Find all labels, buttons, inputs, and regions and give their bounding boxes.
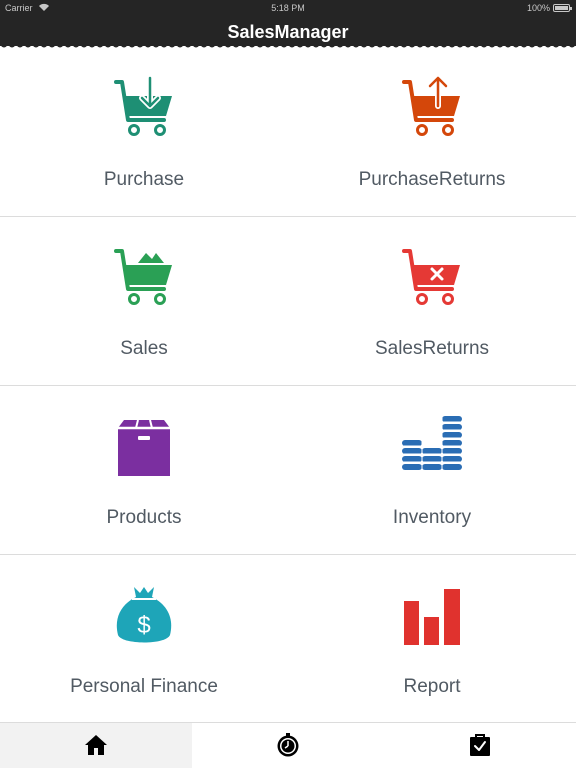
tab-tasks[interactable] xyxy=(384,723,576,768)
main-menu-grid: Purchase PurchaseReturns Sales SalesRetu… xyxy=(0,48,576,722)
tab-bar xyxy=(0,722,576,768)
report-label: Report xyxy=(403,676,461,697)
svg-text:$: $ xyxy=(137,612,150,639)
purchase-returns-label: PurchaseReturns xyxy=(358,169,506,190)
sales-returns-label: SalesReturns xyxy=(374,338,490,359)
battery-percent: 100% xyxy=(526,3,550,13)
bar-chart-icon xyxy=(404,589,460,645)
purchase-returns-tile[interactable]: PurchaseReturns xyxy=(288,48,576,216)
sales-tile[interactable]: Sales xyxy=(0,217,288,385)
money-bag-icon: $ xyxy=(116,587,172,643)
menu-row: Products Inventory xyxy=(0,386,576,555)
report-tile[interactable]: Report xyxy=(288,555,576,723)
products-label: Products xyxy=(106,507,182,528)
tab-timer[interactable] xyxy=(192,723,384,768)
box-icon xyxy=(118,419,170,476)
battery-icon xyxy=(553,4,572,12)
nav-bar: SalesManager xyxy=(0,16,576,46)
cart-full-icon xyxy=(114,249,172,305)
purchase-label: Purchase xyxy=(103,169,185,190)
menu-row: Purchase PurchaseReturns xyxy=(0,48,576,217)
cart-upload-icon xyxy=(402,76,460,136)
cart-download-icon xyxy=(114,76,172,136)
purchase-tile[interactable]: Purchase xyxy=(0,48,288,216)
stopwatch-icon xyxy=(277,733,299,757)
sales-returns-tile[interactable]: SalesReturns xyxy=(288,217,576,385)
inventory-tile[interactable]: Inventory xyxy=(288,386,576,554)
products-tile[interactable]: Products xyxy=(0,386,288,554)
personal-finance-label: Personal Finance xyxy=(70,676,218,697)
checklist-bag-icon xyxy=(470,734,490,756)
tab-home[interactable] xyxy=(0,723,192,768)
inventory-label: Inventory xyxy=(392,507,472,528)
status-bar: Carrier 5:18 PM 100% xyxy=(0,0,576,16)
cart-cancel-icon xyxy=(402,249,460,305)
personal-finance-tile[interactable]: $ Personal Finance xyxy=(0,555,288,723)
menu-row: $ Personal Finance Report xyxy=(0,555,576,724)
home-icon xyxy=(85,735,107,755)
clock-time: 5:18 PM xyxy=(271,3,305,13)
menu-row: Sales SalesReturns xyxy=(0,217,576,386)
coins-stack-icon xyxy=(402,416,462,470)
sales-label: Sales xyxy=(120,338,168,359)
